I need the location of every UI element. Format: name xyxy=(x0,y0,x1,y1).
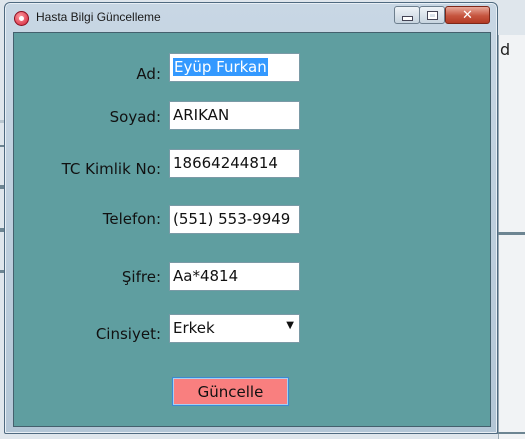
form-panel: Ad: Eyüp Furkan Soyad: ARIKAN TC Kimlik … xyxy=(13,32,491,427)
close-button[interactable]: ✕ xyxy=(445,6,490,24)
sifre-label: Şifre: xyxy=(121,268,161,286)
app-icon[interactable] xyxy=(14,11,29,26)
sifre-input[interactable]: Aa*4814 xyxy=(169,262,300,291)
soyad-input[interactable]: ARIKAN xyxy=(169,101,300,130)
tc-label: TC Kimlik No: xyxy=(61,160,161,178)
minimize-icon xyxy=(401,15,413,21)
maximize-button[interactable] xyxy=(419,6,445,24)
title-bar[interactable]: Hasta Bilgi Güncelleme ✕ xyxy=(5,3,497,31)
update-button[interactable]: Güncelle xyxy=(172,377,289,406)
close-icon: ✕ xyxy=(462,7,473,23)
update-dialog: Hasta Bilgi Güncelleme ✕ Ad: Eyüp Furkan… xyxy=(4,2,498,434)
tc-input[interactable]: 18664244814 xyxy=(169,149,300,178)
ad-label: Ad: xyxy=(136,65,161,83)
minimize-button[interactable] xyxy=(394,6,420,24)
cinsiyet-value: Erkek xyxy=(173,319,215,337)
window-title: Hasta Bilgi Güncelleme xyxy=(36,10,161,24)
background-text: d xyxy=(500,40,511,59)
telefon-label: Telefon: xyxy=(102,210,161,228)
background-panel xyxy=(498,35,525,439)
cinsiyet-label: Cinsiyet: xyxy=(95,325,161,343)
soyad-label: Soyad: xyxy=(109,108,161,126)
ad-input[interactable]: Eyüp Furkan xyxy=(169,53,300,82)
background-divider xyxy=(498,232,525,235)
cinsiyet-select[interactable]: Erkek ▼ xyxy=(169,314,300,343)
ad-value: Eyüp Furkan xyxy=(173,58,268,76)
maximize-icon xyxy=(426,10,438,20)
dropdown-arrow-icon[interactable]: ▼ xyxy=(286,320,294,331)
telefon-input[interactable]: (551) 553-9949 xyxy=(169,205,300,234)
